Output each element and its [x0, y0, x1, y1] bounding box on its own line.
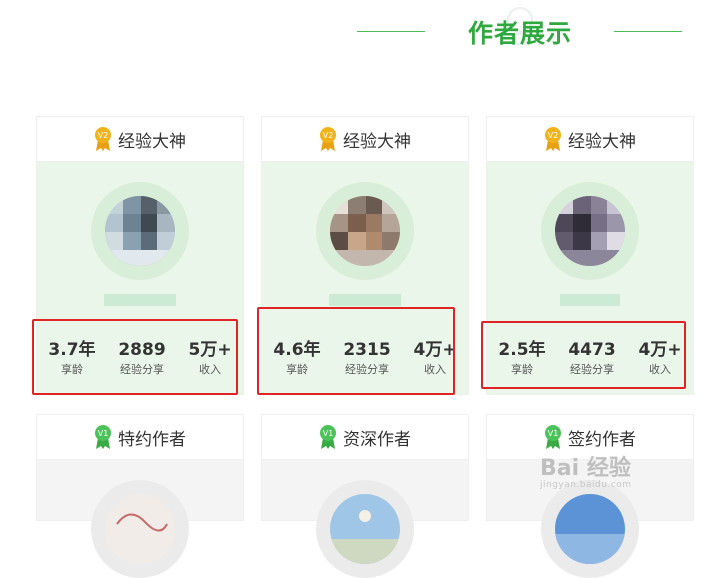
avatar-ring: [316, 182, 414, 280]
author-name-blurred: [329, 294, 401, 306]
level-badge-icon: V2: [320, 127, 336, 151]
avatar-ring: [541, 480, 639, 578]
avatar[interactable]: [555, 494, 625, 564]
card-body: [262, 460, 468, 578]
header-divider-left: [357, 31, 425, 32]
avatar[interactable]: [330, 196, 400, 266]
watermark-url: jingyan.baidu.com: [540, 480, 632, 490]
card-title: 签约作者: [568, 429, 636, 450]
page-title: 作者展示: [467, 19, 572, 48]
card-body: [37, 460, 243, 578]
card-title: 经验大神: [343, 131, 411, 152]
card-title: 经验大神: [118, 131, 186, 152]
svg-text:V1: V1: [323, 429, 334, 438]
avatar[interactable]: [105, 494, 175, 564]
avatar[interactable]: [555, 196, 625, 266]
header-divider-right: [614, 31, 682, 32]
highlight-box: [257, 307, 455, 395]
svg-text:V2: V2: [548, 131, 559, 140]
avatar[interactable]: [105, 196, 175, 266]
highlight-box: [32, 319, 238, 395]
card-title: 特约作者: [118, 429, 186, 450]
card-header: V1 特约作者: [37, 415, 243, 460]
level-badge-icon: V1: [320, 425, 336, 449]
svg-text:V1: V1: [548, 429, 559, 438]
avatar-ring: [316, 480, 414, 578]
level-badge-icon: V1: [95, 425, 111, 449]
card-header: V2 经验大神: [487, 117, 693, 162]
card-header: V1 资深作者: [262, 415, 468, 460]
card-header: V2 经验大神: [262, 117, 468, 162]
author-card[interactable]: V1 特约作者: [36, 414, 244, 578]
author-name-blurred: [560, 294, 620, 306]
avatar-ring: [91, 480, 189, 578]
author-card[interactable]: V1 资深作者: [261, 414, 469, 578]
level-badge-icon: V2: [95, 127, 111, 151]
baidu-watermark: Bai 经验 jingyan.baidu.com: [540, 450, 632, 490]
avatar[interactable]: [330, 494, 400, 564]
svg-text:V2: V2: [98, 131, 109, 140]
card-title: 经验大神: [568, 131, 636, 152]
avatar-ring: [91, 182, 189, 280]
card-title: 资深作者: [343, 429, 411, 450]
avatar-ring: [541, 182, 639, 280]
svg-text:V2: V2: [323, 131, 334, 140]
svg-text:V1: V1: [98, 429, 109, 438]
watermark-brand: Bai 经验: [540, 456, 631, 481]
author-name-blurred: [104, 294, 176, 306]
level-badge-icon: V1: [545, 425, 561, 449]
highlight-box: [481, 321, 686, 389]
card-header: V2 经验大神: [37, 117, 243, 162]
level-badge-icon: V2: [545, 127, 561, 151]
